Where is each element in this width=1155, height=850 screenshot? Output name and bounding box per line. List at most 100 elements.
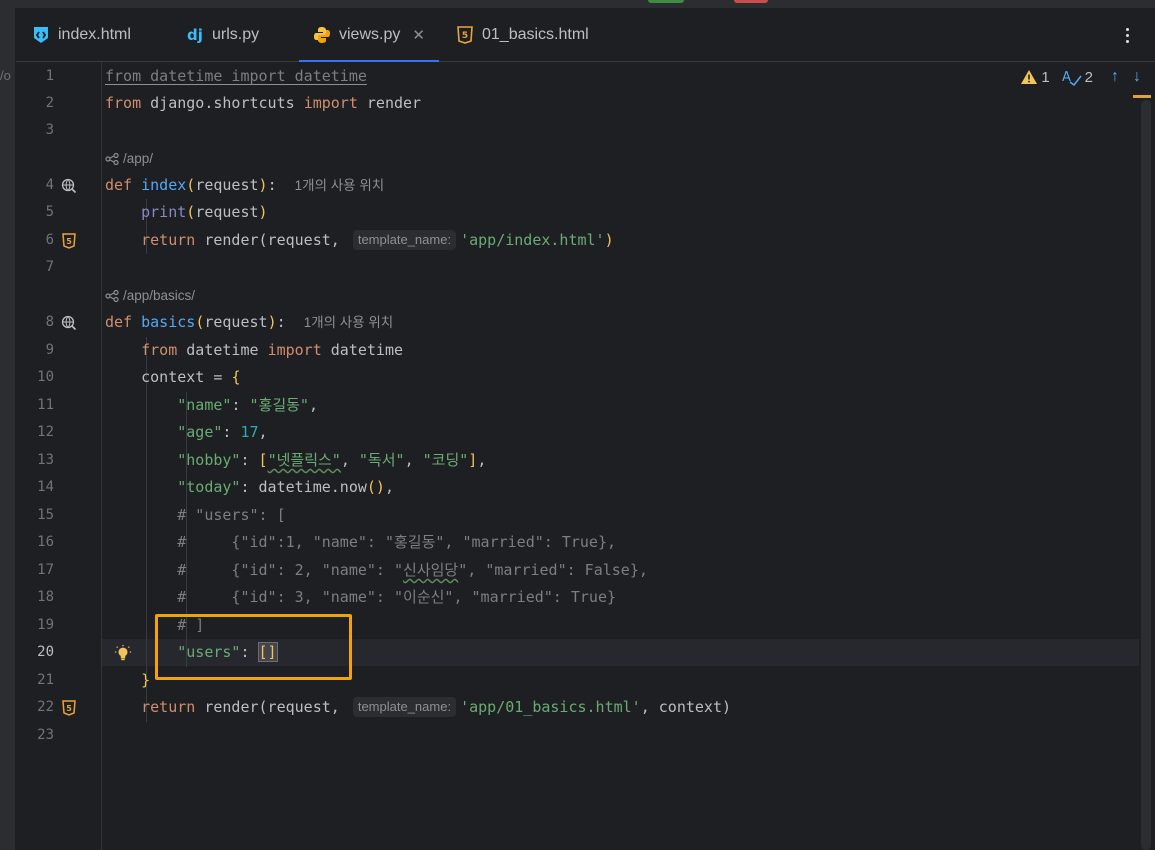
html-template-icon[interactable]: 5 [60, 232, 78, 250]
code-text: "age": 17, [177, 423, 268, 441]
svg-text:5: 5 [66, 237, 72, 246]
vertical-scrollbar[interactable] [1141, 100, 1151, 850]
code-text: from datetime import datetime [105, 67, 367, 85]
code-text: print(request) [141, 203, 268, 221]
python-icon [313, 26, 331, 44]
code-line-23[interactable]: 23 [16, 722, 1140, 749]
line-number: 23 [37, 727, 54, 743]
code-text: # {"id": 3, "name": "이순신", "married": Tr… [177, 588, 617, 606]
tab-label: urls.py [212, 26, 260, 43]
html-template-icon[interactable]: 5 [60, 699, 78, 717]
code-line-9[interactable]: 9 from datetime import datetime [16, 337, 1140, 364]
line-number: 17 [37, 562, 54, 578]
code-line-3[interactable]: 3 [16, 117, 1140, 144]
code-text: from django.shortcuts import render [105, 94, 422, 112]
django-icon: dj [187, 26, 203, 44]
code-line-5[interactable]: 5 print(request) [16, 199, 1140, 226]
left-panel-fragment: /o [0, 68, 11, 83]
code-line-22[interactable]: 22 5 return render(request, template_nam… [16, 694, 1140, 721]
code-line-6[interactable]: 6 5 return render(request, template_name… [16, 227, 1140, 254]
line-number: 8 [45, 314, 54, 330]
tab-label: views.py [339, 26, 401, 43]
code-line-15[interactable]: 15 # "users": [ [16, 502, 1140, 529]
line-number: 4 [45, 177, 54, 193]
line-number: 13 [37, 452, 54, 468]
code-line-13[interactable]: 13 "hobby": ["넷플릭스", "독서", "코딩"], [16, 447, 1140, 474]
svg-text:5: 5 [462, 31, 468, 41]
editor-tab-bar: index.html dj urls.py views.py ✕ 5 01_ba… [16, 8, 1155, 63]
line-number: 2 [45, 95, 54, 111]
line-number: 14 [37, 479, 54, 495]
code-line-12[interactable]: 12 "age": 17, [16, 419, 1140, 446]
stop-indicator[interactable] [734, 0, 768, 3]
line-number: 12 [37, 424, 54, 440]
code-line-2[interactable]: 2 from django.shortcuts import render [16, 90, 1140, 117]
line-number: 6 [45, 232, 54, 248]
code-text: } [141, 671, 151, 689]
code-text: "name": "홍길동", [177, 396, 318, 414]
top-strip [0, 0, 1155, 8]
code-text: def index(request): 1개의 사용 위치 [105, 176, 385, 194]
line-number: 1 [45, 68, 54, 84]
endpoint-globe-icon[interactable] [60, 314, 78, 332]
code-text: def basics(request): 1개의 사용 위치 [105, 313, 394, 331]
line-number: 7 [45, 259, 54, 275]
line-number: 5 [45, 204, 54, 220]
code-line-17[interactable]: 17 # {"id": 2, "name": "신사임당", "married"… [16, 557, 1140, 584]
close-icon[interactable]: ✕ [412, 26, 425, 44]
code-line-14[interactable]: 14 "today": datetime.now(), [16, 474, 1140, 501]
code-line-11[interactable]: 11 "name": "홍길동", [16, 392, 1140, 419]
line-number: 10 [37, 369, 54, 385]
code-line-1[interactable]: 1 from datetime import datetime [16, 63, 1140, 90]
more-options-icon[interactable] [1119, 24, 1135, 46]
code-text: # {"id":1, "name": "홍길동", "married": Tru… [177, 533, 617, 551]
line-number: 19 [37, 617, 54, 633]
line-number: 11 [37, 397, 54, 413]
code-text: # "users": [ [177, 506, 286, 524]
tab-01-basics-html[interactable]: 5 01_basics.html [456, 8, 589, 62]
code-line-8[interactable]: 8 def basics(request): 1개의 사용 위치 [16, 309, 1140, 336]
code-text: return render(request, template_name:'ap… [141, 697, 732, 717]
usage-hint: 1개의 사용 위치 [294, 178, 385, 193]
line-number: 22 [37, 699, 54, 715]
share-endpoint-icon [105, 152, 119, 165]
svg-text:5: 5 [66, 704, 72, 713]
tab-urls-py[interactable]: dj urls.py [186, 8, 259, 62]
run-indicator[interactable] [648, 0, 684, 3]
tab-label: index.html [58, 26, 131, 43]
route-hint[interactable]: /app/ [105, 145, 153, 172]
code-text: "hobby": ["넷플릭스", "독서", "코딩"], [177, 451, 487, 469]
line-number: 16 [37, 534, 54, 550]
code-line-18[interactable]: 18 # {"id": 3, "name": "이순신", "married":… [16, 584, 1140, 611]
code-text: context = { [141, 368, 241, 386]
route-hint[interactable]: /app/basics/ [105, 282, 195, 309]
line-number: 18 [37, 589, 54, 605]
code-line-7[interactable]: 7 [16, 254, 1140, 281]
code-text: "today": datetime.now(), [177, 478, 394, 496]
line-number: 21 [37, 672, 54, 688]
tab-views-py[interactable]: views.py ✕ [299, 8, 439, 63]
left-panel-edge: /o [0, 8, 16, 850]
code-line-4[interactable]: 4 def index(request): 1개의 사용 위치 [16, 172, 1140, 199]
line-number: 20 [37, 644, 54, 660]
line-number: 9 [45, 342, 54, 358]
tab-index-html[interactable]: index.html [32, 8, 131, 62]
route-hint-index[interactable]: /app/ [16, 145, 1140, 172]
code-text: # {"id": 2, "name": "신사임당", "married": F… [177, 561, 648, 579]
html5-icon: 5 [456, 26, 474, 44]
code-text: from datetime import datetime [141, 341, 404, 359]
code-text: return render(request, template_name:'ap… [141, 230, 614, 250]
parameter-hint: template_name: [352, 230, 457, 250]
highlight-box [155, 614, 352, 680]
parameter-hint: template_name: [352, 697, 457, 717]
endpoint-globe-icon[interactable] [60, 177, 78, 195]
html-file-icon [32, 26, 50, 44]
code-line-16[interactable]: 16 # {"id":1, "name": "홍길동", "married": … [16, 529, 1140, 556]
line-number: 15 [37, 507, 54, 523]
share-endpoint-icon [105, 289, 119, 302]
route-hint-basics[interactable]: /app/basics/ [16, 282, 1140, 309]
usage-hint: 1개의 사용 위치 [303, 315, 394, 330]
tab-label: 01_basics.html [482, 26, 589, 43]
line-number: 3 [45, 122, 54, 138]
code-line-10[interactable]: 10 context = { [16, 364, 1140, 391]
